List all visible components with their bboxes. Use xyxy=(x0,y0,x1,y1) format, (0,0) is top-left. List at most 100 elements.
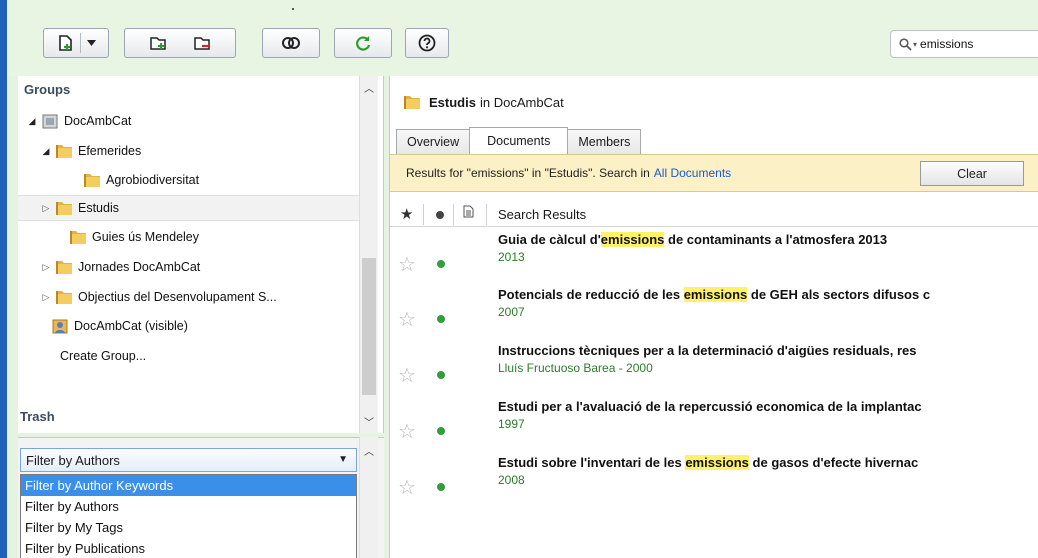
trash-heading[interactable]: Trash xyxy=(20,409,55,424)
tree-item[interactable]: Create Group... xyxy=(18,343,361,369)
star-column-icon[interactable]: ★ xyxy=(400,205,413,223)
read-status-icon[interactable] xyxy=(437,371,445,379)
filter-option[interactable]: Filter by My Tags xyxy=(21,517,356,538)
table-row[interactable]: ☆ Guia de càlcul d'emissions de contamina… xyxy=(390,229,1038,285)
table-header: ★ Search Results xyxy=(390,202,1038,227)
folder-buttons xyxy=(124,28,236,58)
tab-documents[interactable]: Documents xyxy=(469,127,569,154)
tree-item[interactable]: ◢ Efemerides xyxy=(18,138,361,164)
table-row[interactable]: ☆ Potencials de reducció de les emissions… xyxy=(390,284,1038,340)
tab-bar: Overview Documents Members xyxy=(396,127,642,154)
folder-icon xyxy=(56,260,72,274)
search-input[interactable]: emissions xyxy=(920,37,973,51)
add-document-icon xyxy=(59,35,72,51)
search-icon xyxy=(899,37,912,51)
star-icon[interactable]: ☆ xyxy=(398,419,416,444)
scroll-up-icon[interactable]: ︿ xyxy=(364,80,374,95)
filter-panel: Filter by Authors ▼ Filter by Author Key… xyxy=(18,437,384,558)
window-edge xyxy=(0,0,7,558)
merge-button[interactable] xyxy=(262,28,320,58)
collapse-arrow-icon[interactable]: ▷ xyxy=(40,292,52,303)
groups-scrollbar[interactable]: ︿ ﹀ xyxy=(359,76,378,433)
tree-item-label: Guies ús Mendeley xyxy=(92,230,200,244)
sync-icon xyxy=(356,36,371,51)
star-icon[interactable]: ☆ xyxy=(398,363,416,388)
filter-option[interactable]: Filter by Author Keywords xyxy=(21,475,356,496)
collapse-arrow-icon[interactable]: ▷ xyxy=(40,203,52,214)
search-options-caret[interactable]: ▾ xyxy=(913,40,917,49)
tree-item[interactable]: Agrobiodiversitat xyxy=(18,167,361,193)
document-meta: 1997 xyxy=(498,417,525,431)
read-status-icon[interactable] xyxy=(437,315,445,323)
sync-button[interactable] xyxy=(334,28,392,58)
filter-option[interactable]: Filter by Authors xyxy=(21,496,356,517)
folder-icon xyxy=(70,230,86,244)
document-title: Instruccions tècniques per a la determin… xyxy=(498,343,917,358)
scroll-down-icon[interactable]: ﹀ xyxy=(364,414,374,429)
tab-members[interactable]: Members xyxy=(567,129,642,154)
search-results-bar: Results for "emissions" in "Estudis". Se… xyxy=(390,154,1038,192)
tab-overview[interactable]: Overview xyxy=(396,129,471,154)
read-status-icon[interactable] xyxy=(437,483,445,491)
expand-arrow-icon[interactable]: ◢ xyxy=(26,116,38,127)
document-column-icon[interactable] xyxy=(463,205,474,218)
help-button[interactable] xyxy=(405,28,449,58)
filter-scrollbar[interactable]: ︿ xyxy=(359,437,378,558)
tree-item[interactable]: ▷ Jornades DocAmbCat xyxy=(18,254,361,280)
read-status-icon[interactable] xyxy=(437,427,445,435)
toolbar-separator xyxy=(80,33,81,53)
breadcrumb-group: in DocAmbCat xyxy=(479,94,564,110)
tree-item[interactable]: ▷ Objectius del Desenvolupament S... xyxy=(18,284,361,310)
tree-item[interactable]: ▷ Estudis xyxy=(18,195,361,221)
table-row[interactable]: ☆ Instruccions tècniques per a la determi… xyxy=(390,340,1038,396)
table-row[interactable]: ☆ Estudi sobre l'inventari de les emissio… xyxy=(390,452,1038,508)
search-highlight: emissions xyxy=(685,455,749,470)
filter-option[interactable]: Filter by Publications xyxy=(21,538,356,558)
filter-select[interactable]: Filter by Authors ▼ xyxy=(20,448,357,472)
results-text: Results for "emissions" in "Estudis". Se… xyxy=(406,166,650,180)
filter-select-value: Filter by Authors xyxy=(26,452,120,468)
folder-icon xyxy=(404,96,420,109)
folder-icon xyxy=(56,201,72,215)
tree-item[interactable]: DocAmbCat (visible) xyxy=(18,313,361,339)
document-meta: Lluís Fructuoso Barea - 2000 xyxy=(498,361,653,375)
groups-panel: Groups ◢ DocAmbCat ◢ Efemerides Agrobiodiver… xyxy=(18,76,384,433)
scroll-up-icon[interactable]: ︿ xyxy=(364,443,374,458)
expand-arrow-icon[interactable]: ◢ xyxy=(40,146,52,157)
search-results-column[interactable]: Search Results xyxy=(498,207,586,222)
column-divider xyxy=(453,204,454,225)
tree-item-label: Create Group... xyxy=(60,349,147,363)
document-meta: 2007 xyxy=(498,305,525,319)
add-document-button[interactable] xyxy=(43,28,109,58)
folder-icon xyxy=(56,290,72,304)
documents-panel: Estudis in DocAmbCat Overview Documents Me… xyxy=(389,76,1038,558)
collapse-arrow-icon[interactable]: ▷ xyxy=(40,262,52,273)
star-icon[interactable]: ☆ xyxy=(398,252,416,277)
chevron-down-icon[interactable] xyxy=(87,40,96,46)
scroll-thumb[interactable] xyxy=(362,258,376,395)
tree-item[interactable]: Guies ús Mendeley xyxy=(18,224,361,250)
groups-heading: Groups xyxy=(24,82,71,97)
document-title: Estudi sobre l'inventari de les emission… xyxy=(498,455,919,470)
document-title: Estudi per a l'avaluació de la repercuss… xyxy=(498,399,922,414)
tree-item[interactable]: ◢ DocAmbCat xyxy=(18,108,361,134)
add-folder-icon[interactable] xyxy=(149,34,167,52)
search-box[interactable]: ▾ emissions xyxy=(890,30,1038,58)
remove-folder-icon[interactable] xyxy=(193,34,211,52)
breadcrumb: Estudis in DocAmbCat xyxy=(404,94,564,110)
group-icon xyxy=(42,114,58,128)
table-row[interactable]: ☆ Estudi per a l'avaluació de la repercus… xyxy=(390,396,1038,452)
clear-button[interactable]: Clear xyxy=(920,161,1024,186)
star-icon[interactable]: ☆ xyxy=(398,475,416,500)
chevron-down-icon: ▼ xyxy=(338,454,348,465)
filter-options-list: Filter by Author Keywords Filter by Autho… xyxy=(20,474,357,558)
document-title: Potencials de reducció de les emissions … xyxy=(498,287,931,302)
star-icon[interactable]: ☆ xyxy=(398,307,416,332)
all-documents-link[interactable]: All Documents xyxy=(654,166,731,180)
read-status-column-icon[interactable] xyxy=(436,211,444,219)
folder-icon xyxy=(84,173,100,187)
tree-item-label: Efemerides xyxy=(78,144,142,158)
read-status-icon[interactable] xyxy=(437,260,445,268)
document-meta: 2008 xyxy=(498,473,525,487)
tree-item-label: Objectius del Desenvolupament S... xyxy=(78,290,277,304)
